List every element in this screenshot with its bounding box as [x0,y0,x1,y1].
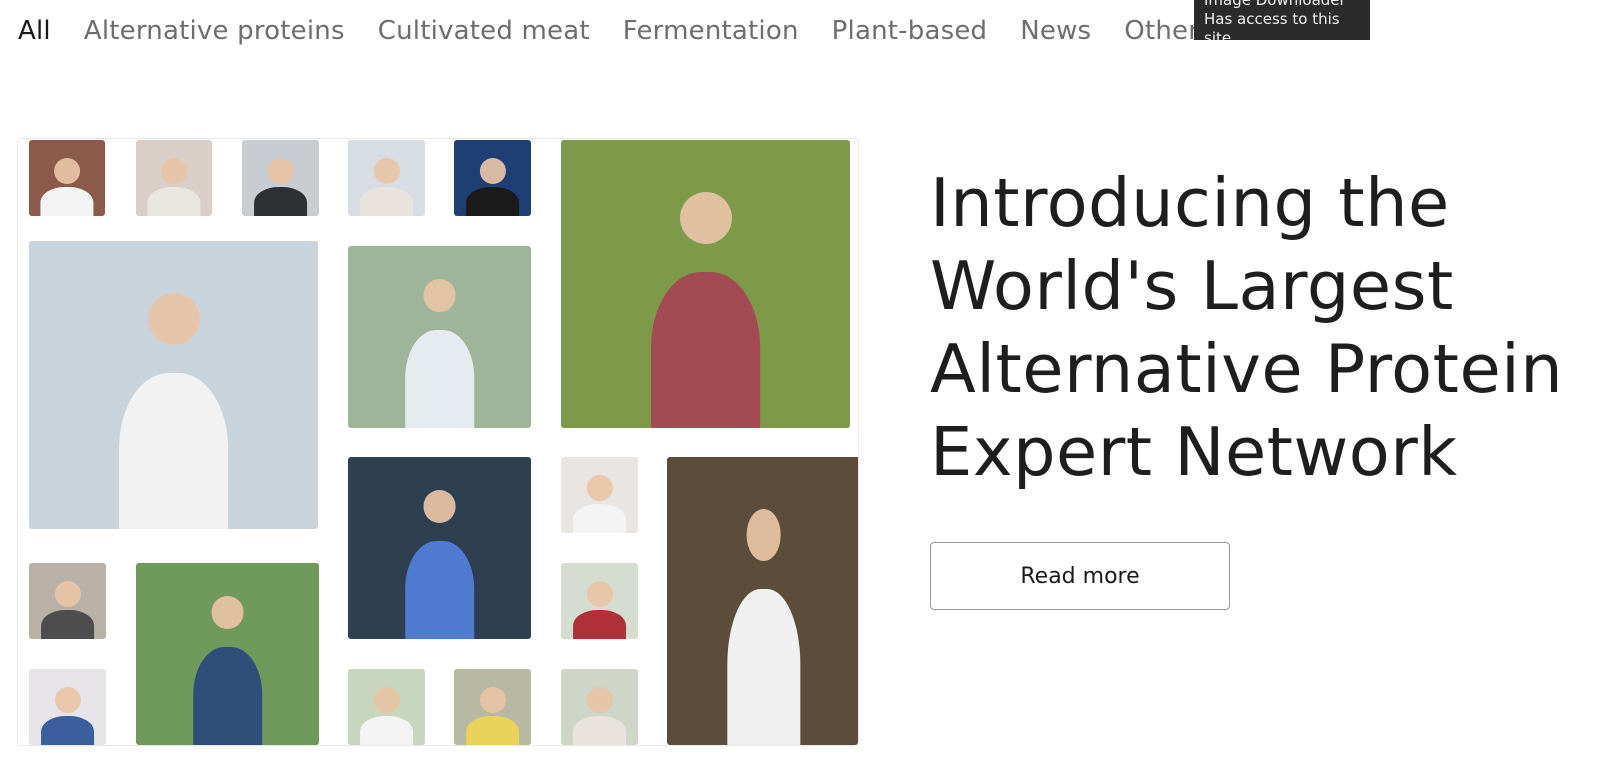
photo-woman-curly-hair-portrait [136,140,212,216]
hero-title: Introducing the World's Largest Alternat… [930,162,1563,494]
tooltip-title: Image Downloader [1204,0,1346,9]
tab-other[interactable]: Other [1124,16,1199,46]
photo-woman-blazer-portrait [454,140,531,216]
photo-woman-on-phone-portrait [348,140,425,216]
photo-woman-bending-portrait [561,457,638,533]
photo-worker-red-shirt-greenhouse [561,563,638,639]
tab-alternative-proteins[interactable]: Alternative proteins [84,16,345,46]
tab-news[interactable]: News [1020,16,1091,46]
photo-lab-worker-machinery [667,457,858,745]
tab-all[interactable]: All [18,16,51,46]
tab-fermentation[interactable]: Fermentation [623,16,799,46]
photo-girl-safety-glasses [29,669,106,745]
expert-photo-mosaic [17,138,859,746]
photo-researcher-inspecting-plants [348,246,531,428]
hero-title-line: Expert Network [930,413,1458,491]
tab-plant-based[interactable]: Plant-based [832,16,988,46]
hero-title-line: Alternative Protein [930,330,1564,408]
photo-sticky-notes-board [454,669,531,745]
photo-scientist-lab-coat-clipboard [29,241,318,529]
tab-cultivated-meat[interactable]: Cultivated meat [378,16,590,46]
extension-tooltip: Image Downloader Has access to this site [1194,0,1370,40]
photo-lab-microscope [348,457,531,639]
photo-farmer-with-tablet [561,140,850,428]
hero-title-line: World's Largest [930,247,1454,325]
hero-title-line: Introducing the [930,164,1450,242]
photo-two-women-laptop [29,563,106,639]
category-tabs: All Alternative proteins Cultivated meat… [18,16,1199,46]
photo-farmer-woman-tablet-field [136,563,319,745]
tooltip-subtitle: Has access to this site [1204,10,1340,40]
photo-smiling-woman-portrait [561,669,638,745]
photo-man-glasses-dark-jacket-portrait [242,140,319,216]
photo-man-glasses-portrait [29,140,105,216]
read-more-button[interactable]: Read more [930,542,1230,610]
photo-woman-lab-coat-greenhouse [348,669,425,745]
